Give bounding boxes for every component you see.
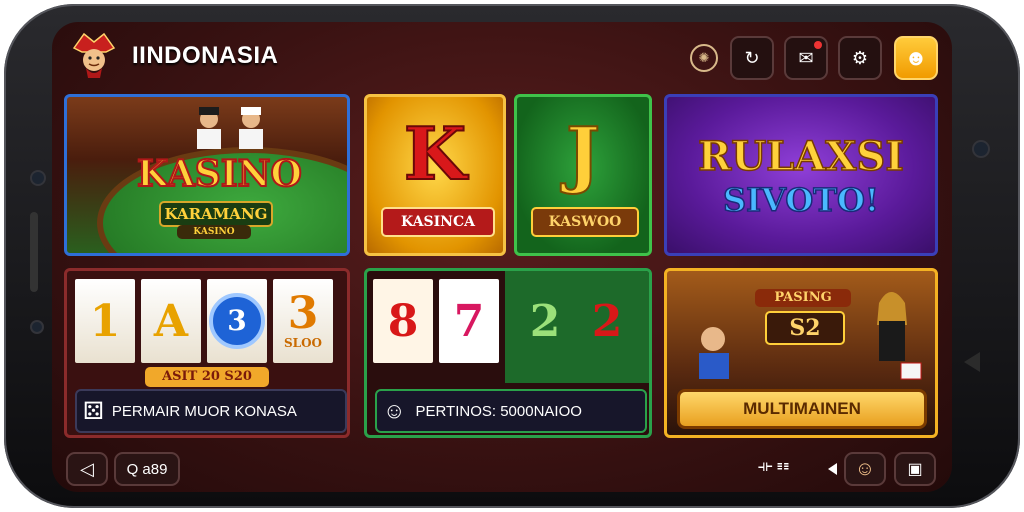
coin-icon[interactable]: ✺ [690,44,718,72]
game-tile-slots[interactable]: 1 A 3 3 SLOO ASIT 20 S20 ⚄ PERMAIR MUOR … [64,268,350,438]
game-tile-cards[interactable]: 8 7 2 2 ☺ PERTINOS: 5000NAIOO [364,268,652,438]
letter-j-graphic: J [565,110,601,197]
brand-title: IINDONASIA [132,42,279,69]
nav-back-triangle-icon[interactable] [964,352,980,372]
window-icon: ▣ [907,461,923,478]
menu-glyphs[interactable]: ⟛ ☷ [758,458,789,476]
multi-button-label: MULTIMAINEN [743,399,861,418]
promo-banner-text: PERMAIR MUOR KONASA [111,402,297,420]
back-button[interactable]: ◁ [66,452,108,486]
app-screen: IINDONASIA ✺ ↻ ✉ ⚙ ☻ KASINO KARAMANG KAS… [52,22,952,492]
kasino-subribbon: KASINO [177,225,251,239]
settings-button[interactable]: ⚙ [838,36,882,80]
players-image [673,281,935,381]
game-tile-rulaxsi[interactable]: RULAXSI SIVOTO! [664,94,938,256]
cards-banner-bar[interactable]: ☺ PERTINOS: 5000NAIOO [375,389,647,433]
sensor-icon [32,322,42,332]
kasino-title: KASINO [136,152,303,196]
avatar-icon: ☺ [854,457,876,480]
card-4: 2 [591,295,623,347]
game-tile-kasino[interactable]: KASINO KARAMANG KASINO [64,94,350,256]
profile-icon: ☻ [904,45,928,70]
slot-reel-3: 3 [207,279,267,363]
game-tile-multiplayer[interactable]: PASING S2 MULTIMAINEN [664,268,938,438]
chat-icon: ✉ [798,47,814,68]
multi-button[interactable]: MULTIMAINEN [677,389,927,429]
promo-banner-bar[interactable]: ⚄ PERMAIR MUOR KONASA [75,389,347,433]
side-button [30,212,38,292]
dice-icon: ⚄ [83,397,104,425]
search-label: Q a89 [126,460,168,478]
reel-4-sub: SLOO [283,336,322,350]
letter-k-graphic: K [403,110,468,197]
dealer-figures-image [187,105,277,149]
refresh-icon: ↻ [744,47,760,68]
kaswoo-ribbon: KASWOO [531,207,639,237]
woman-avatar-icon: ☺ [383,398,406,423]
rear-camera-icon [974,142,988,156]
settings-icon: ⚙ [851,47,869,68]
notification-badge [814,41,822,49]
front-camera-icon [32,172,44,184]
card-1: 8 [373,279,433,363]
jester-logo [70,30,118,80]
reel-4-number: 3 [287,288,319,339]
slot-reel-4: 3 SLOO [273,279,333,363]
search-button[interactable]: Q a89 [114,452,180,486]
game-tile-kasinca[interactable]: K KASINCA [364,94,506,256]
cards-banner-text: PERTINOS: 5000NAIOO [415,402,582,420]
asit-ribbon: ASIT 20 S20 [145,367,269,387]
slot-reel-1: 1 [75,279,135,363]
card-2: 7 [439,279,499,363]
rulaxsi-title: RULAXSI [697,132,904,181]
refresh-button[interactable]: ↻ [730,36,774,80]
profile-button[interactable]: ☻ [894,36,938,80]
card-3: 2 [529,295,561,347]
nav-small-triangle-icon[interactable] [828,463,837,475]
menu-glyph-text: ⟛ ☷ [758,458,789,475]
avatar-button[interactable]: ☺ [844,452,886,486]
back-icon: ◁ [80,458,94,479]
window-button[interactable]: ▣ [894,452,936,486]
reel-3-chip-icon: 3 [209,293,265,349]
kasinca-ribbon: KASINCA [381,207,495,237]
chat-button[interactable]: ✉ [784,36,828,80]
game-tile-kaswoo[interactable]: J KASWOO [514,94,652,256]
karamang-ribbon: KARAMANG [159,201,273,227]
slot-reel-2: A [141,279,201,363]
sivoto-subtitle: SIVOTO! [722,180,879,220]
